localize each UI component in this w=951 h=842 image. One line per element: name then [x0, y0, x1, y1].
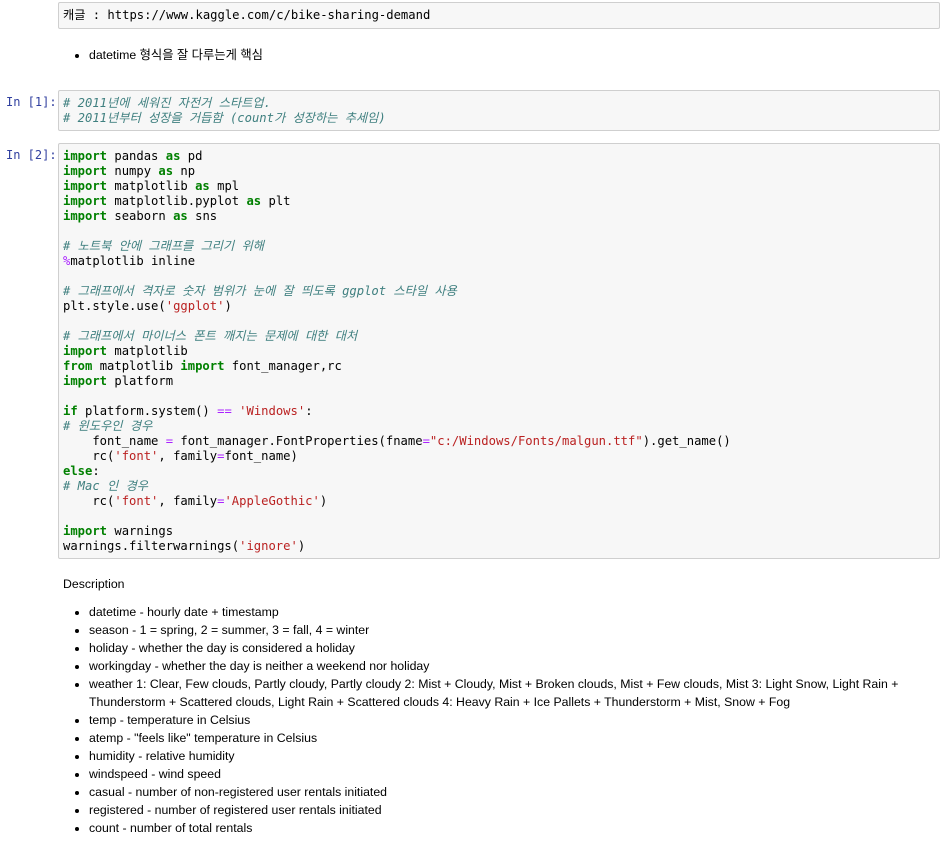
code-line: import matplotlib — [63, 344, 188, 358]
list-item: atemp - "feels like" temperature in Cels… — [89, 729, 933, 747]
code-cell-2[interactable]: import pandas as pd import numpy as np imp… — [58, 143, 940, 559]
list-item: casual - number of non-registered user r… — [89, 783, 933, 801]
list-item: windspeed - wind speed — [89, 765, 933, 783]
code-line: warnings.filterwarnings('ignore') — [63, 539, 306, 553]
code-editor[interactable]: # 2011년에 세워진 자전거 스타트업. # 2011년부터 성장을 거듭함 … — [59, 91, 939, 131]
code-line: # 2011년에 세워진 자전거 스타트업. — [63, 96, 271, 110]
list-item: holiday - whether the day is considered … — [89, 639, 933, 657]
code-line: # 노트북 안에 그래프를 그리기 위해 — [63, 239, 264, 253]
list-item: datetime - hourly date + timestamp — [89, 603, 933, 621]
code-line: import matplotlib.pyplot as plt — [63, 194, 291, 208]
raw-cell[interactable]: 캐글 : https://www.kaggle.com/c/bike-shari… — [58, 2, 940, 29]
description-list: datetime - hourly date + timestampseason… — [63, 603, 933, 837]
list-item: datetime 형식을 잘 다루는게 핵심 — [89, 46, 263, 64]
code-line: # Mac 인 경우 — [63, 479, 148, 493]
code-line: plt.style.use('ggplot') — [63, 299, 232, 313]
code-cell-1[interactable]: # 2011년에 세워진 자전거 스타트업. # 2011년부터 성장을 거듭함 … — [58, 90, 940, 131]
code-line: import seaborn as sns — [63, 209, 218, 223]
code-line: font_name = font_manager.FontProperties(… — [63, 434, 731, 448]
code-line: # 그래프에서 격자로 숫자 범위가 눈에 잘 띄도록 ggplot 스타일 사… — [63, 284, 457, 298]
list-item: count - number of total rentals — [89, 819, 933, 837]
markdown-cell-top[interactable]: datetime 형식을 잘 다루는게 핵심 — [63, 46, 263, 64]
raw-cell-text: 캐글 : https://www.kaggle.com/c/bike-shari… — [63, 8, 431, 22]
markdown-cell-description[interactable]: Description datetime - hourly date + tim… — [63, 577, 933, 837]
code-editor[interactable]: import pandas as pd import numpy as np imp… — [59, 144, 939, 559]
code-line: # 2011년부터 성장을 거듭함 (count가 성장하는 추세임) — [63, 111, 386, 125]
cell-prompt: In [1]: — [6, 95, 57, 109]
list-item: season - 1 = spring, 2 = summer, 3 = fal… — [89, 621, 933, 639]
code-line: if platform.system() == 'Windows': — [63, 404, 313, 418]
code-line: else: — [63, 464, 100, 478]
code-line: import warnings — [63, 524, 174, 538]
list-item: workingday - whether the day is neither … — [89, 657, 933, 675]
list-item: temp - temperature in Celsius — [89, 711, 933, 729]
code-line: import numpy as np — [63, 164, 196, 178]
description-heading: Description — [63, 577, 125, 591]
code-line: import platform — [63, 374, 174, 388]
list-item: humidity - relative humidity — [89, 747, 933, 765]
code-line: from matplotlib import font_manager,rc — [63, 359, 342, 373]
code-line: import matplotlib as mpl — [63, 179, 240, 193]
code-line: rc('font', family='AppleGothic') — [63, 494, 328, 508]
code-line: # 그래프에서 마이너스 폰트 깨지는 문제에 대한 대처 — [63, 329, 358, 343]
code-line: # 윈도우인 경우 — [63, 419, 153, 433]
code-line: import pandas as pd — [63, 149, 203, 163]
cell-prompt: In [2]: — [6, 148, 57, 162]
list-item: registered - number of registered user r… — [89, 801, 933, 819]
list-item: weather 1: Clear, Few clouds, Partly clo… — [89, 675, 933, 711]
code-line: rc('font', family=font_name) — [63, 449, 298, 463]
code-line: %matplotlib inline — [63, 254, 196, 268]
